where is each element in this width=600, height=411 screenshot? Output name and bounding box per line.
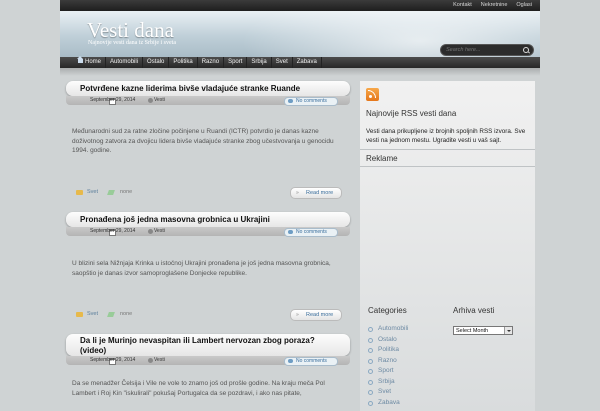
- search-box: [440, 44, 534, 56]
- top-link-oglasi[interactable]: Oglasi: [516, 1, 532, 10]
- nav-shadow: [60, 68, 540, 76]
- bullet-icon: [368, 369, 373, 374]
- top-link-nekretnine[interactable]: Nekretnine: [481, 1, 508, 10]
- post-title-bar: Potvrđene kazne liderima bivše vladajuće…: [66, 81, 350, 96]
- post-date: September 29, 2014: [90, 228, 136, 234]
- user-icon: [148, 98, 153, 103]
- read-more-label: Read more: [306, 190, 334, 196]
- nav-item-razno[interactable]: Razno: [198, 57, 225, 68]
- bullet-icon: [368, 337, 373, 343]
- nav-item-automobili[interactable]: Automobili: [106, 57, 144, 68]
- post-category-link[interactable]: Svet: [87, 311, 98, 317]
- categories-heading: Categories: [368, 306, 407, 315]
- user-icon: [148, 358, 153, 363]
- nav-item-politika[interactable]: Politika: [169, 57, 198, 68]
- post-excerpt: Međunarodni sud za ratne zločine počinje…: [72, 128, 334, 154]
- site-header: Vesti dana Najnovije vesti dana iz Srbij…: [60, 11, 540, 57]
- top-link-kontakt[interactable]: Kontakt: [453, 1, 472, 10]
- read-more-button[interactable]: » Read more: [290, 187, 342, 199]
- post-tags: none: [120, 189, 133, 195]
- bullet-icon: [368, 358, 373, 364]
- search-input[interactable]: [446, 46, 516, 54]
- comments-label: No comments: [296, 358, 327, 364]
- category-label: Svet: [378, 388, 392, 395]
- post-title[interactable]: Pronađena još jedna masovna grobnica u U…: [80, 215, 270, 224]
- sidebar-divider: [360, 166, 535, 167]
- double-arrow-icon: »: [296, 190, 299, 196]
- post-tags: none: [120, 311, 133, 317]
- post-author-category[interactable]: Vesti: [154, 228, 165, 235]
- sidebar: Najnovije RSS vesti dana Vesti dana prik…: [360, 81, 535, 411]
- home-icon: [77, 56, 83, 63]
- nav-item-svet[interactable]: Svet: [272, 57, 293, 68]
- rss-heading: Najnovije RSS vesti dana: [366, 109, 457, 118]
- read-more-label: Read more: [306, 312, 334, 318]
- category-label: Ostalo: [378, 335, 397, 343]
- post-excerpt: Da se menadžer Čelsija i Vile ne vole to…: [72, 380, 325, 397]
- post-date: September 29, 2014: [90, 97, 136, 103]
- category-label: Automobili: [378, 325, 409, 332]
- nav-item-home[interactable]: Home: [74, 56, 107, 68]
- comments-label: No comments: [296, 98, 327, 104]
- main-nav: Home Automobili Ostalo Politika Razno Sp…: [60, 56, 540, 68]
- search-icon[interactable]: [523, 47, 529, 53]
- post-author-category[interactable]: Vesti: [154, 357, 165, 364]
- post-title-bar: Pronađena još jedna masovna grobnica u U…: [66, 212, 350, 227]
- comments-label: No comments: [296, 229, 327, 235]
- nav-item-srbija[interactable]: Srbija: [247, 57, 272, 68]
- archive-month-select[interactable]: Select Month: [453, 326, 513, 335]
- post-footer: Svet none » Read more: [66, 187, 350, 199]
- nav-item-zabava[interactable]: Zabava: [293, 57, 322, 68]
- nav-label-home: Home: [85, 59, 102, 65]
- comment-bubble-icon: [288, 99, 293, 103]
- post-date: September 29, 2014: [90, 357, 136, 363]
- comment-bubble-icon: [288, 230, 293, 234]
- bullet-icon: [368, 348, 373, 353]
- post-footer: Svet none » Read more: [66, 309, 350, 321]
- category-label: Sport: [378, 367, 394, 374]
- folder-icon: [76, 190, 83, 195]
- ads-heading: Reklame: [366, 154, 398, 163]
- user-icon: [148, 229, 153, 234]
- top-bar: Kontakt Nekretnine Oglasi: [60, 0, 540, 11]
- post-meta: September 29, 2014 Vesti No comments: [66, 227, 350, 237]
- category-label: Srbija: [378, 377, 395, 385]
- post-meta: September 29, 2014 Vesti No comments: [66, 96, 350, 106]
- bullet-icon: [368, 327, 373, 332]
- category-label: Razno: [378, 356, 397, 364]
- post-title[interactable]: Potvrđene kazne liderima bivše vladajuće…: [80, 84, 300, 93]
- post-author-category[interactable]: Vesti: [154, 97, 165, 104]
- archive-select-value: Select Month: [456, 328, 489, 334]
- folder-icon: [76, 312, 83, 317]
- post-excerpt: U blizini sela Nižnjaja Krinka u istočno…: [72, 260, 331, 277]
- bullet-icon: [368, 390, 373, 395]
- category-label: Politika: [378, 346, 399, 353]
- comments-button[interactable]: No comments: [284, 357, 338, 366]
- sidebar-divider: [360, 149, 535, 150]
- rss-description: Vesti dana prikupljene iz brojnih spoljn…: [366, 128, 526, 144]
- tag-icon: [107, 190, 115, 195]
- tag-icon: [107, 312, 115, 317]
- bullet-icon: [368, 379, 373, 385]
- comment-bubble-icon: [288, 359, 293, 363]
- top-links: Kontakt Nekretnine Oglasi: [453, 1, 532, 10]
- bullet-icon: [368, 400, 373, 406]
- post-title[interactable]: Da li je Murinjo nevaspitan ili Lambert …: [80, 336, 342, 355]
- nav-item-sport[interactable]: Sport: [224, 57, 248, 68]
- rss-icon[interactable]: [366, 88, 379, 101]
- post-category-link[interactable]: Svet: [87, 189, 98, 195]
- nav-item-ostalo[interactable]: Ostalo: [143, 57, 170, 68]
- double-arrow-icon: »: [296, 312, 299, 318]
- post-title-bar: Da li je Murinjo nevaspitan ili Lambert …: [66, 334, 350, 356]
- site-tagline: Najnovije vesti dana iz Srbije i sveta: [88, 40, 176, 46]
- comments-button[interactable]: No comments: [284, 228, 338, 237]
- read-more-button[interactable]: » Read more: [290, 309, 342, 321]
- comments-button[interactable]: No comments: [284, 97, 338, 106]
- post-meta: September 29, 2014 Vesti No comments: [66, 356, 350, 366]
- chevron-down-icon: [504, 327, 512, 334]
- archive-heading: Arhiva vesti: [453, 306, 495, 315]
